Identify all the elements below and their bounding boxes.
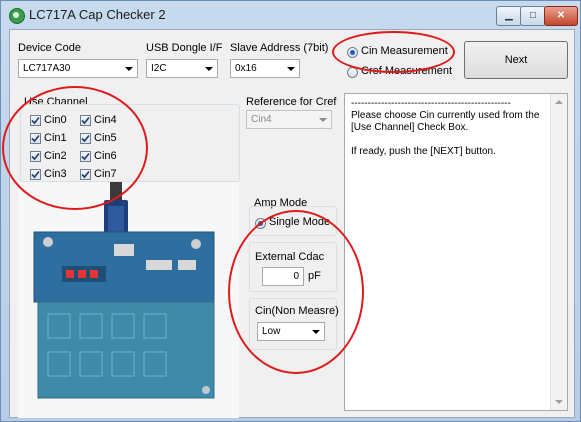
single-mode-label[interactable]: Single Mode xyxy=(269,216,330,228)
main-panel: Device Code LC717A30 USB Dongle I/F I2C … xyxy=(9,29,575,418)
checkmark-icon xyxy=(31,134,40,143)
checkmark-icon xyxy=(81,152,90,161)
reference-cref-select[interactable]: Cin4 xyxy=(246,110,332,129)
slave-address-label: Slave Address (7bit) xyxy=(230,42,329,54)
cin-non-measure-value: Low xyxy=(262,326,281,337)
board-photo xyxy=(18,182,239,418)
scroll-up-icon[interactable] xyxy=(555,100,563,104)
checkmark-icon xyxy=(31,170,40,179)
instruction-textbox[interactable]: ----------------------------------------… xyxy=(344,93,568,411)
reference-cref-value: Cin4 xyxy=(251,114,272,125)
device-code-select[interactable]: LC717A30 xyxy=(18,59,138,78)
cin7-label[interactable]: Cin7 xyxy=(94,168,117,180)
scroll-down-icon[interactable] xyxy=(555,400,563,404)
chevron-down-icon xyxy=(205,67,213,71)
device-code-value: LC717A30 xyxy=(23,63,71,74)
usb-dongle-label: USB Dongle I/F xyxy=(146,42,223,54)
instruction-scrollbar[interactable] xyxy=(550,94,567,410)
reference-cref-label: Reference for Cref xyxy=(246,96,337,108)
cref-measurement-label[interactable]: Cref Measurement xyxy=(361,65,452,77)
cin4-checkbox[interactable] xyxy=(80,115,91,126)
maximize-icon: □ xyxy=(529,10,537,21)
single-mode-radio[interactable] xyxy=(255,218,266,229)
cin2-label[interactable]: Cin2 xyxy=(44,150,67,162)
external-cdac-unit: pF xyxy=(308,270,321,282)
cin-measurement-radio[interactable] xyxy=(347,47,358,58)
checkmark-icon xyxy=(81,170,90,179)
cin6-label[interactable]: Cin6 xyxy=(94,150,117,162)
cin3-checkbox[interactable] xyxy=(30,169,41,180)
cin-non-measure-select[interactable]: Low xyxy=(257,322,325,341)
title-bar[interactable]: LC717A Cap Checker 2 ▁ □ ✕ xyxy=(1,1,580,29)
chevron-down-icon xyxy=(287,67,295,71)
usb-dongle-select[interactable]: I2C xyxy=(146,59,218,78)
cin-non-measure-label: Cin(Non Measre) xyxy=(255,305,339,317)
cref-measurement-radio[interactable] xyxy=(347,67,358,78)
evaluation-board-image xyxy=(18,182,239,418)
cin0-label[interactable]: Cin0 xyxy=(44,114,67,126)
checkmark-icon xyxy=(31,152,40,161)
slave-address-select[interactable]: 0x16 xyxy=(230,59,300,78)
app-window: LC717A Cap Checker 2 ▁ □ ✕ Device Code L… xyxy=(0,0,581,422)
external-cdac-input[interactable]: 0 xyxy=(262,267,304,286)
checkmark-icon xyxy=(81,116,90,125)
slave-address-value: 0x16 xyxy=(235,63,257,74)
close-icon: ✕ xyxy=(556,10,566,21)
external-cdac-value: 0 xyxy=(293,271,299,282)
external-cdac-label: External Cdac xyxy=(255,251,325,263)
minimize-button[interactable]: ▁ xyxy=(496,6,522,26)
cin6-checkbox[interactable] xyxy=(80,151,91,162)
usb-dongle-value: I2C xyxy=(151,63,167,74)
instruction-line-2: [Use Channel] Check Box. xyxy=(351,122,469,133)
close-button[interactable]: ✕ xyxy=(544,6,578,26)
checkmark-icon xyxy=(81,134,90,143)
next-button[interactable]: Next xyxy=(464,41,568,79)
instruction-separator: ----------------------------------------… xyxy=(351,98,511,109)
checkmark-icon xyxy=(31,116,40,125)
instruction-line-3: If ready, push the [NEXT] button. xyxy=(351,146,496,157)
chevron-down-icon xyxy=(312,330,320,334)
cin5-checkbox[interactable] xyxy=(80,133,91,144)
maximize-button[interactable]: □ xyxy=(520,6,546,26)
cin1-checkbox[interactable] xyxy=(30,133,41,144)
device-code-label: Device Code xyxy=(18,42,81,54)
cin2-checkbox[interactable] xyxy=(30,151,41,162)
window-title: LC717A Cap Checker 2 xyxy=(29,7,166,22)
cin-measurement-label[interactable]: Cin Measurement xyxy=(361,45,448,57)
cin3-label[interactable]: Cin3 xyxy=(44,168,67,180)
minimize-icon: ▁ xyxy=(505,10,513,21)
instruction-line-1: Please choose Cin currently used from th… xyxy=(351,110,540,121)
cin5-label[interactable]: Cin5 xyxy=(94,132,117,144)
next-button-label: Next xyxy=(504,54,528,66)
cin4-label[interactable]: Cin4 xyxy=(94,114,117,126)
chevron-down-icon xyxy=(319,118,327,122)
cin0-checkbox[interactable] xyxy=(30,115,41,126)
chevron-down-icon xyxy=(125,67,133,71)
cin1-label[interactable]: Cin1 xyxy=(44,132,67,144)
cin7-checkbox[interactable] xyxy=(80,169,91,180)
app-icon xyxy=(9,8,25,24)
